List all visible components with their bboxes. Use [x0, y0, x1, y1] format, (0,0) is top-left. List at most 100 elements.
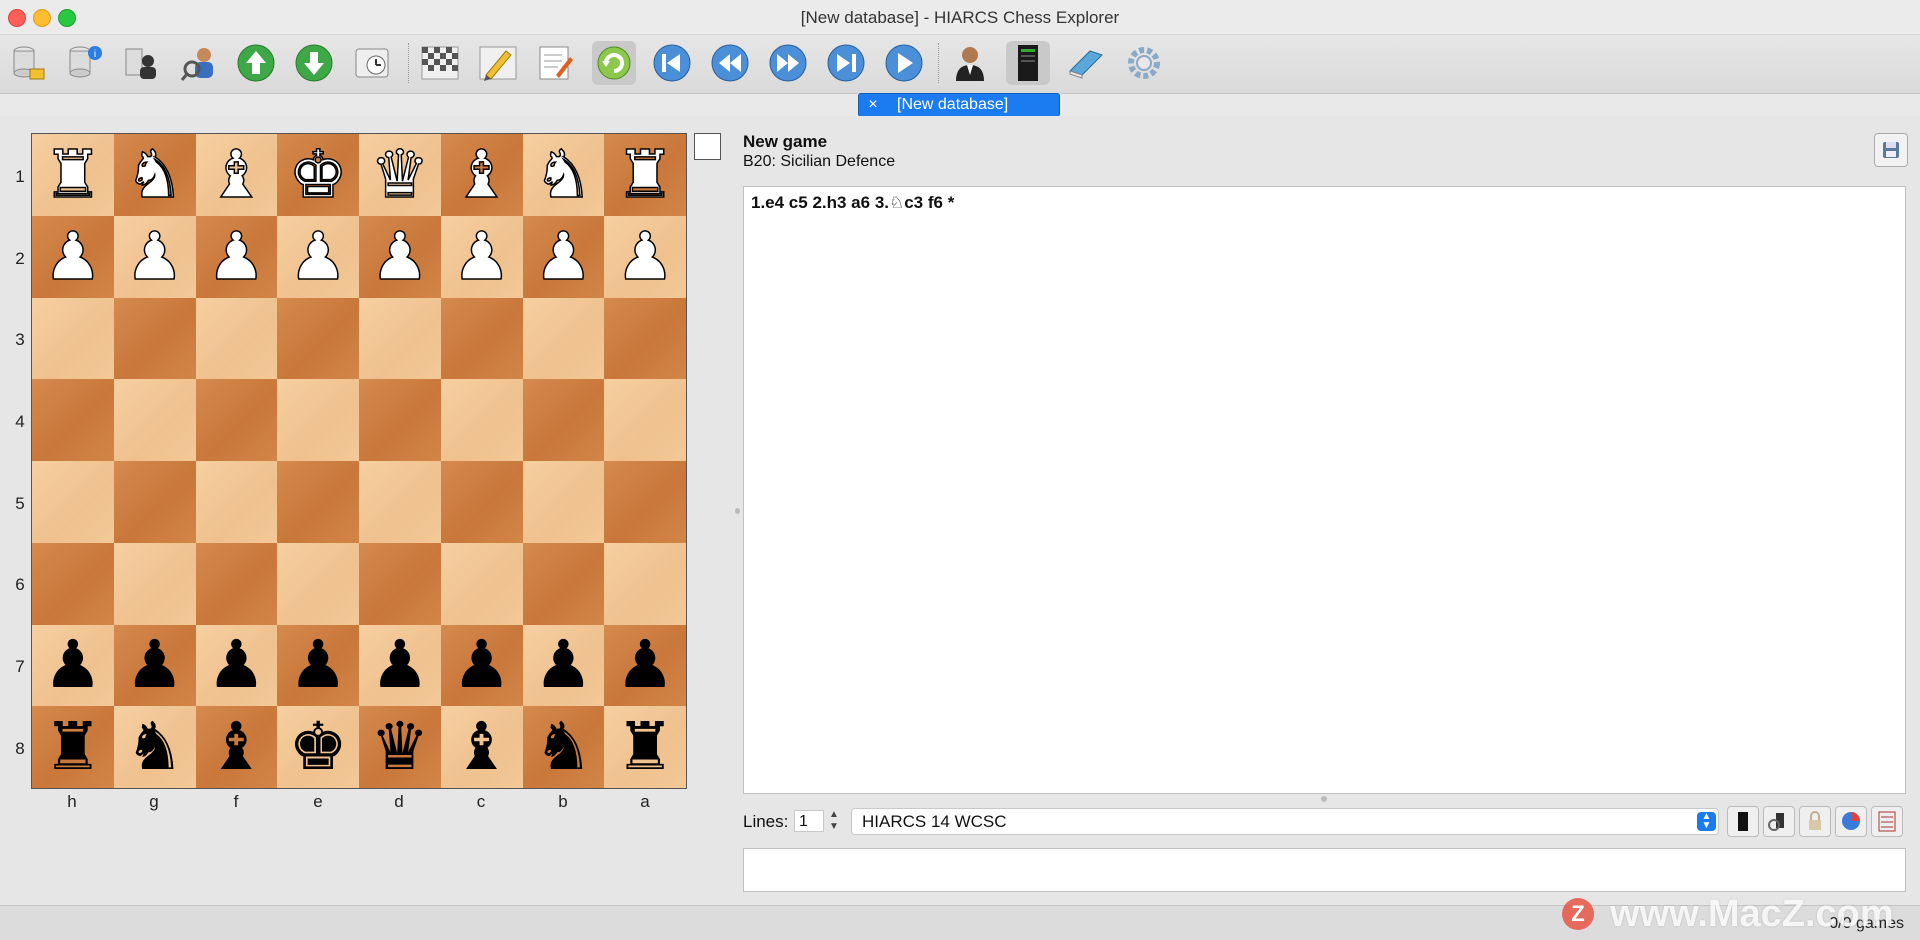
chess-piece[interactable]: ♝: [451, 141, 512, 209]
engine-lock-button[interactable]: [1799, 806, 1831, 837]
board-square[interactable]: ♟: [359, 624, 441, 707]
chess-piece[interactable]: ♟: [206, 222, 267, 290]
chess-piece[interactable]: ♛: [370, 714, 429, 780]
board-setup-icon[interactable]: [418, 41, 462, 85]
board-square[interactable]: [604, 461, 686, 543]
notes-icon[interactable]: [532, 41, 576, 85]
board-square[interactable]: [195, 461, 278, 543]
chess-piece[interactable]: ♚: [289, 714, 348, 780]
chess-piece[interactable]: ♟: [43, 222, 104, 290]
engine-analysis-button[interactable]: [1763, 806, 1795, 837]
board-square[interactable]: [277, 297, 359, 380]
lines-stepper[interactable]: ▲ ▼: [827, 809, 841, 835]
board-square[interactable]: ♛: [359, 706, 441, 788]
board-square[interactable]: ♟: [113, 215, 196, 298]
chess-piece[interactable]: ♟: [370, 632, 429, 698]
chess-piece[interactable]: ♟: [615, 222, 676, 290]
board-square[interactable]: ♟: [195, 215, 278, 298]
board-square[interactable]: ♟: [604, 215, 686, 298]
board-square[interactable]: ♟: [604, 624, 686, 707]
vertical-splitter[interactable]: [735, 508, 740, 514]
chess-piece[interactable]: ♟: [616, 632, 675, 698]
book-icon[interactable]: [1064, 41, 1108, 85]
arrow-down-icon[interactable]: [292, 41, 336, 85]
board-square[interactable]: [195, 297, 278, 380]
board-square[interactable]: ♟: [522, 215, 605, 298]
horizontal-splitter[interactable]: [1321, 796, 1327, 802]
board-square[interactable]: [277, 379, 359, 461]
board-square[interactable]: ♝: [195, 134, 278, 216]
board-square[interactable]: ♞: [113, 134, 196, 216]
board-square[interactable]: [359, 542, 441, 625]
chess-piece[interactable]: ♟: [534, 632, 593, 698]
board-square[interactable]: [522, 461, 605, 543]
board-square[interactable]: ♜: [32, 134, 114, 216]
first-move-icon[interactable]: [650, 41, 694, 85]
board-square[interactable]: ♝: [195, 706, 278, 788]
engine-start-button[interactable]: [1727, 806, 1759, 837]
chess-piece[interactable]: ♟: [207, 632, 266, 698]
board-square[interactable]: ♟: [113, 624, 196, 707]
board-square[interactable]: [113, 297, 196, 380]
board-square[interactable]: ♜: [604, 706, 686, 788]
last-move-icon[interactable]: [824, 41, 868, 85]
chess-piece[interactable]: ♟: [451, 222, 512, 290]
board-square[interactable]: [32, 379, 114, 461]
board-square[interactable]: ♞: [113, 706, 196, 788]
board-square[interactable]: ♟: [359, 215, 441, 298]
chess-piece[interactable]: ♟: [288, 222, 349, 290]
engine-chart-button[interactable]: [1835, 806, 1867, 837]
chess-piece[interactable]: ♝: [452, 714, 511, 780]
chess-piece[interactable]: ♛: [370, 141, 431, 209]
board-square[interactable]: [113, 379, 196, 461]
board-square[interactable]: [32, 542, 114, 625]
board-square[interactable]: ♝: [440, 134, 523, 216]
database-info-icon[interactable]: i: [62, 41, 106, 85]
board-square[interactable]: [522, 297, 605, 380]
board-square[interactable]: ♟: [440, 624, 523, 707]
save-game-button[interactable]: [1874, 133, 1908, 167]
board-square[interactable]: ♟: [440, 215, 523, 298]
board-square[interactable]: [277, 461, 359, 543]
board-square[interactable]: [440, 542, 523, 625]
next-move-icon[interactable]: [766, 41, 810, 85]
board-square[interactable]: [604, 297, 686, 380]
chess-piece[interactable]: ♝: [207, 714, 266, 780]
flip-board-icon[interactable]: [592, 41, 636, 85]
board-square[interactable]: [359, 461, 441, 543]
board-square[interactable]: ♟: [277, 215, 359, 298]
chess-board[interactable]: ♜ ♞ ♝ ♚ ♛ ♝ ♞ ♜ ♟ ♟ ♟ ♟ ♟ ♟ ♟ ♟ ♟ ♟ ♟ ♟ ♟ ♟ ♟ ♟ ♜ ♞ ♝ ♚ ♛ ♝ ♞ ♜: [31, 133, 687, 789]
board-square[interactable]: ♟: [277, 624, 359, 707]
board-square[interactable]: [359, 297, 441, 380]
board-square[interactable]: [604, 379, 686, 461]
chess-piece[interactable]: ♟: [370, 222, 431, 290]
notation-pane[interactable]: 1.e4 c5 2.h3 a6 3.♘c3 f6 *: [743, 186, 1906, 794]
chess-piece[interactable]: ♚: [288, 141, 349, 209]
chess-piece[interactable]: ♜: [43, 141, 104, 209]
board-square[interactable]: ♟: [32, 215, 114, 298]
board-square[interactable]: [522, 379, 605, 461]
board-square[interactable]: ♝: [440, 706, 523, 788]
engine-settings-button[interactable]: [1871, 806, 1903, 837]
board-square[interactable]: [522, 542, 605, 625]
chess-piece[interactable]: ♜: [43, 714, 102, 780]
clock-icon[interactable]: [350, 41, 394, 85]
chess-piece[interactable]: ♟: [124, 222, 185, 290]
chess-piece[interactable]: ♟: [533, 222, 594, 290]
board-square[interactable]: [604, 542, 686, 625]
chess-piece[interactable]: ♟: [452, 632, 511, 698]
board-square[interactable]: [113, 542, 196, 625]
board-square[interactable]: ♟: [195, 624, 278, 707]
board-square[interactable]: ♛: [359, 134, 441, 216]
board-square[interactable]: ♞: [522, 706, 605, 788]
chess-piece[interactable]: ♟: [125, 632, 184, 698]
open-database-icon[interactable]: [6, 41, 50, 85]
board-square[interactable]: ♜: [32, 706, 114, 788]
previous-move-icon[interactable]: [708, 41, 752, 85]
board-square[interactable]: [195, 542, 278, 625]
board-square[interactable]: [359, 379, 441, 461]
chess-piece[interactable]: ♟: [289, 632, 348, 698]
player-icon[interactable]: [948, 41, 992, 85]
chess-piece[interactable]: ♜: [616, 714, 675, 780]
player-database-icon[interactable]: [120, 41, 164, 85]
